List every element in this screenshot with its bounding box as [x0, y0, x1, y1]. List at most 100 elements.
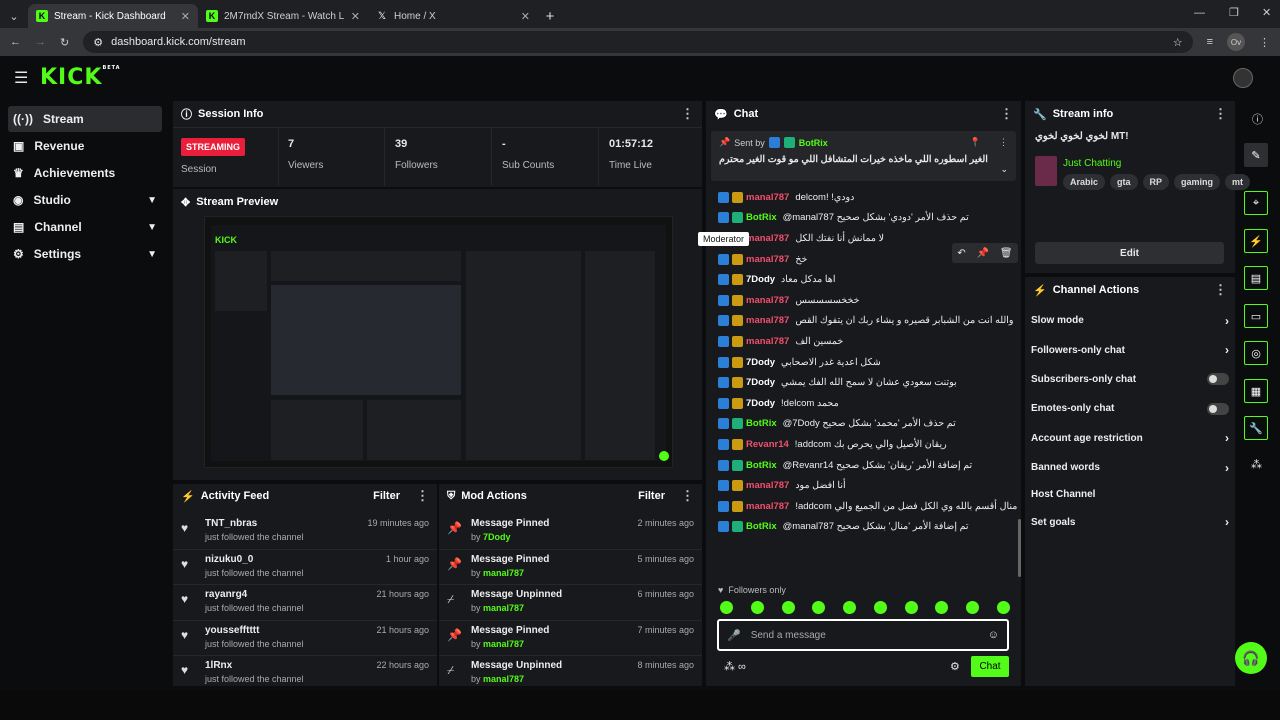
broadcast-icon[interactable]: ◎ [1244, 341, 1268, 365]
close-window-icon[interactable]: ✕ [1262, 6, 1271, 19]
vip-badge-icon[interactable] [732, 480, 743, 492]
more-options-icon[interactable]: ⋮ [1214, 106, 1227, 122]
verified-badge-icon[interactable] [732, 521, 743, 533]
vip-badge-icon[interactable] [732, 377, 743, 389]
more-options-icon[interactable]: ⋮ [681, 488, 694, 504]
emote-icon[interactable] [812, 601, 826, 614]
category-link[interactable]: Just Chatting [1063, 158, 1121, 169]
moderator-badge-icon[interactable] [718, 459, 729, 471]
pinned-message[interactable]: 📌 Sent by BotRix 📍 ⋮ الغير اسطوره اللي م… [711, 131, 1016, 181]
moderator-badge-icon[interactable] [718, 315, 729, 327]
stream-tag[interactable]: Arabic [1063, 174, 1106, 190]
points-icon[interactable]: ⁂ ∞ [724, 660, 746, 673]
edit-button[interactable]: Edit [1035, 242, 1224, 264]
vip-badge-icon[interactable] [732, 397, 743, 409]
unpin-icon[interactable]: 📍 [970, 137, 981, 148]
chat-username[interactable]: BotRix [746, 521, 777, 532]
chat-username[interactable]: Revanr14 [746, 439, 789, 450]
chat-username[interactable]: manal787 [746, 295, 789, 306]
emote-icon[interactable] [904, 601, 918, 614]
chat-username[interactable]: BotRix [746, 212, 777, 223]
chat-message[interactable]: manal787 خمسين الف [706, 331, 1021, 352]
vip-badge-icon[interactable] [732, 253, 743, 265]
moderator-badge-icon[interactable] [718, 191, 729, 203]
sidebar-item-studio[interactable]: ◉ Studio ▼ [8, 187, 162, 213]
filter-button[interactable]: Filter [638, 490, 665, 502]
browser-tab-2[interactable]: K 2M7mdX Stream - Watch Live o ✕ [198, 4, 368, 28]
moderator-badge-icon[interactable] [718, 397, 729, 409]
moderator-badge-icon[interactable] [718, 480, 729, 492]
emote-icon[interactable] [966, 601, 980, 614]
kick-logo[interactable]: KICKBETA [40, 65, 121, 90]
chat-username[interactable]: manal787 [746, 254, 789, 265]
chevron-right-icon[interactable]: › [1225, 431, 1229, 445]
chat-message[interactable]: 7Dody اها مدكل معاد [706, 269, 1021, 290]
user-avatar[interactable] [1233, 68, 1253, 88]
reload-icon[interactable]: ↻ [60, 36, 69, 49]
chat-username[interactable]: 7Dody [746, 377, 775, 388]
browser-tab-3[interactable]: 𝕏 Home / X ✕ [368, 4, 538, 28]
activity-icon[interactable]: ▦ [1244, 379, 1268, 403]
vip-badge-icon[interactable] [732, 500, 743, 512]
vip-badge-icon[interactable] [732, 438, 743, 450]
chat-username[interactable]: manal787 [746, 501, 789, 512]
chat-message[interactable]: BotRix @manal787 تم إضافة الأمر 'منال' ب… [706, 517, 1021, 538]
vip-badge-icon[interactable] [732, 294, 743, 306]
chat-username[interactable]: manal787 [746, 233, 789, 244]
chat-message[interactable]: manal787 أنا افضل مود [706, 475, 1021, 496]
chat-username[interactable]: manal787 [746, 192, 789, 203]
moderator-badge-icon[interactable] [718, 521, 729, 533]
browser-tab-1[interactable]: K Stream - Kick Dashboard ✕ [28, 4, 198, 28]
pencil-icon[interactable]: ✎ [1244, 143, 1268, 167]
chat-icon[interactable]: ▭ [1244, 304, 1268, 328]
clipboard-icon[interactable]: ▤ [1244, 266, 1268, 290]
chat-message[interactable]: Revanr14 !addcom ريقان الأصيل والي يحرص … [706, 434, 1021, 455]
toggle-switch[interactable] [1207, 373, 1229, 386]
chat-message[interactable]: 7Dody !delcom محمد [706, 393, 1021, 414]
toggle-switch[interactable] [1207, 402, 1229, 415]
bookmark-star-icon[interactable]: ☆ [1173, 36, 1183, 49]
close-tab-icon[interactable]: ✕ [521, 10, 530, 23]
vip-badge-icon[interactable] [732, 315, 743, 327]
vip-badge-icon[interactable] [732, 191, 743, 203]
emote-icon[interactable] [873, 601, 887, 614]
moderator-badge-icon[interactable] [718, 438, 729, 450]
close-tab-icon[interactable]: ✕ [181, 10, 190, 23]
points-icon[interactable]: ⁂ [1251, 458, 1262, 471]
channel-action-item[interactable]: Slow mode › [1025, 306, 1235, 335]
media-icon[interactable]: ≡ [1207, 36, 1213, 48]
moderator-badge-icon[interactable] [718, 294, 729, 306]
moderator-badge-icon[interactable] [718, 418, 729, 430]
lightning-icon[interactable]: ⚡ [1244, 229, 1268, 253]
capture-icon[interactable]: ⌖ [1244, 191, 1268, 215]
more-options-icon[interactable]: ⋮ [1000, 106, 1013, 122]
emote-icon[interactable] [720, 601, 733, 614]
chat-username[interactable]: 7Dody [746, 274, 775, 285]
stream-tag[interactable]: gaming [1174, 174, 1221, 190]
chat-username[interactable]: BotRix [746, 418, 777, 429]
chat-input-box[interactable]: 🎤 Send a message ☺ [717, 619, 1009, 651]
vip-badge-icon[interactable] [732, 274, 743, 286]
chat-message[interactable]: 7Dody شكل اعدية غدر الاصحابي [706, 352, 1021, 373]
more-options-icon[interactable]: ⋮ [999, 137, 1008, 148]
profile-avatar[interactable]: Ov [1227, 33, 1246, 51]
sidebar-item-achievements[interactable]: ♛ Achievements [8, 160, 162, 186]
browser-menu-icon[interactable]: ⋮ [1259, 36, 1270, 49]
channel-action-item[interactable]: Followers-only chat › [1025, 335, 1235, 364]
chevron-down-icon[interactable]: ⌄ [1000, 164, 1008, 175]
chat-message[interactable]: manal787 خخخسسسسس [706, 290, 1021, 311]
moderator-badge-icon[interactable] [718, 212, 729, 224]
emote-icon[interactable] [781, 601, 795, 614]
verified-badge-icon[interactable] [732, 418, 743, 430]
category-thumbnail[interactable] [1035, 156, 1057, 186]
channel-action-item[interactable]: Host Channel [1025, 482, 1235, 507]
chevron-right-icon[interactable]: › [1225, 343, 1229, 357]
channel-action-item[interactable]: Emotes-only chat [1025, 394, 1235, 423]
sidebar-item-revenue[interactable]: ▣ Revenue [8, 133, 162, 159]
more-options-icon[interactable]: ⋮ [1214, 282, 1227, 298]
stream-video[interactable]: KICK [204, 216, 673, 468]
sidebar-item-settings[interactable]: ⚙ Settings ▼ [8, 241, 162, 267]
chat-message[interactable]: manal787 دودي! !delcom [706, 187, 1021, 208]
sidebar-item-channel[interactable]: ▤ Channel ▼ [8, 214, 162, 240]
verified-badge-icon[interactable] [732, 212, 743, 224]
